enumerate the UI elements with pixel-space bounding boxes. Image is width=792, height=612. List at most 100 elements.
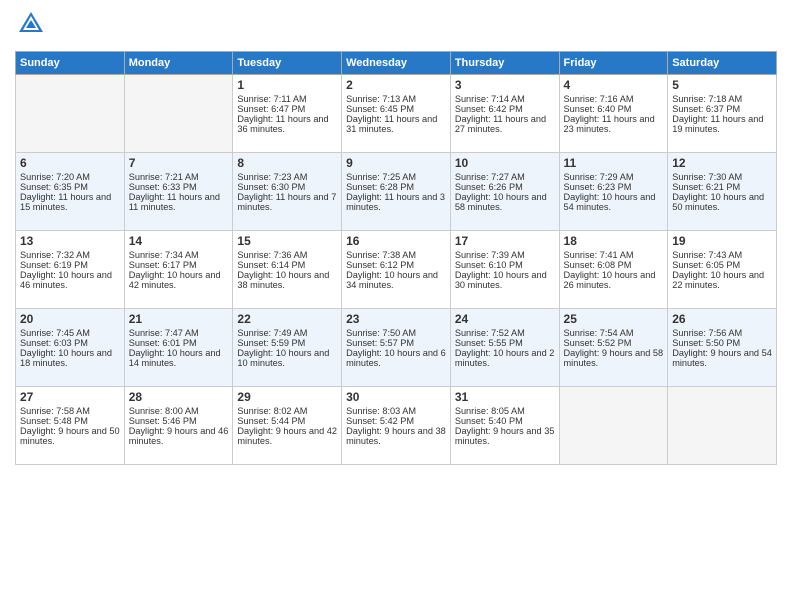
day-info: Sunrise: 7:20 AM — [20, 172, 120, 182]
day-info: Sunset: 6:21 PM — [672, 182, 772, 192]
week-row-4: 20Sunrise: 7:45 AMSunset: 6:03 PMDayligh… — [16, 309, 777, 387]
day-info: Sunset: 6:33 PM — [129, 182, 229, 192]
day-info: Sunset: 6:03 PM — [20, 338, 120, 348]
day-number: 10 — [455, 156, 555, 170]
day-cell: 30Sunrise: 8:03 AMSunset: 5:42 PMDayligh… — [342, 387, 451, 465]
day-cell: 1Sunrise: 7:11 AMSunset: 6:47 PMDaylight… — [233, 75, 342, 153]
day-info: Daylight: 10 hours and 50 minutes. — [672, 192, 772, 212]
day-info: Sunset: 6:42 PM — [455, 104, 555, 114]
day-info: Sunset: 6:23 PM — [564, 182, 664, 192]
day-info: Daylight: 11 hours and 11 minutes. — [129, 192, 229, 212]
day-cell: 25Sunrise: 7:54 AMSunset: 5:52 PMDayligh… — [559, 309, 668, 387]
day-info: Daylight: 10 hours and 10 minutes. — [237, 348, 337, 368]
day-info: Daylight: 11 hours and 3 minutes. — [346, 192, 446, 212]
day-number: 22 — [237, 312, 337, 326]
day-cell: 17Sunrise: 7:39 AMSunset: 6:10 PMDayligh… — [450, 231, 559, 309]
day-number: 19 — [672, 234, 772, 248]
day-info: Sunrise: 7:14 AM — [455, 94, 555, 104]
header-cell-saturday: Saturday — [668, 52, 777, 75]
day-info: Sunrise: 7:52 AM — [455, 328, 555, 338]
day-info: Sunrise: 7:23 AM — [237, 172, 337, 182]
day-number: 3 — [455, 78, 555, 92]
day-number: 1 — [237, 78, 337, 92]
day-info: Daylight: 9 hours and 38 minutes. — [346, 426, 446, 446]
day-info: Sunrise: 7:18 AM — [672, 94, 772, 104]
day-number: 4 — [564, 78, 664, 92]
day-info: Sunset: 6:40 PM — [564, 104, 664, 114]
day-info: Sunset: 6:45 PM — [346, 104, 446, 114]
day-info: Daylight: 10 hours and 2 minutes. — [455, 348, 555, 368]
day-number: 6 — [20, 156, 120, 170]
day-info: Sunrise: 7:54 AM — [564, 328, 664, 338]
day-info: Daylight: 9 hours and 35 minutes. — [455, 426, 555, 446]
day-info: Sunrise: 7:47 AM — [129, 328, 229, 338]
day-cell — [124, 75, 233, 153]
day-info: Sunrise: 7:27 AM — [455, 172, 555, 182]
day-info: Sunrise: 7:45 AM — [20, 328, 120, 338]
day-cell — [668, 387, 777, 465]
day-info: Sunset: 5:46 PM — [129, 416, 229, 426]
day-info: Sunrise: 7:13 AM — [346, 94, 446, 104]
day-cell: 3 Sunrise: 7:14 AMSunset: 6:42 PMDaylight… — [450, 75, 559, 153]
day-cell: 4 Sunrise: 7:16 AMSunset: 6:40 PMDaylight… — [559, 75, 668, 153]
day-info: Sunrise: 7:58 AM — [20, 406, 120, 416]
day-cell — [559, 387, 668, 465]
header-cell-tuesday: Tuesday — [233, 52, 342, 75]
day-number: 15 — [237, 234, 337, 248]
day-info: Sunrise: 7:56 AM — [672, 328, 772, 338]
day-info: Daylight: 10 hours and 6 minutes. — [346, 348, 446, 368]
day-number: 30 — [346, 390, 446, 404]
day-info: Daylight: 11 hours and 23 minutes. — [564, 114, 664, 134]
header-cell-wednesday: Wednesday — [342, 52, 451, 75]
day-cell: 28Sunrise: 8:00 AMSunset: 5:46 PMDayligh… — [124, 387, 233, 465]
day-info: Sunset: 6:35 PM — [20, 182, 120, 192]
day-info: Sunset: 6:05 PM — [672, 260, 772, 270]
day-info: Daylight: 11 hours and 27 minutes. — [455, 114, 555, 134]
day-info: Sunrise: 7:30 AM — [672, 172, 772, 182]
day-number: 8 — [237, 156, 337, 170]
day-info: Sunset: 6:26 PM — [455, 182, 555, 192]
day-number: 24 — [455, 312, 555, 326]
day-info: Daylight: 10 hours and 26 minutes. — [564, 270, 664, 290]
day-info: Sunrise: 7:16 AM — [564, 94, 664, 104]
header-cell-sunday: Sunday — [16, 52, 125, 75]
day-info: Sunset: 6:08 PM — [564, 260, 664, 270]
day-info: Daylight: 9 hours and 54 minutes. — [672, 348, 772, 368]
day-number: 5 — [672, 78, 772, 92]
logo-icon — [17, 10, 45, 38]
day-cell: 20Sunrise: 7:45 AMSunset: 6:03 PMDayligh… — [16, 309, 125, 387]
day-number: 12 — [672, 156, 772, 170]
day-number: 28 — [129, 390, 229, 404]
day-info: Daylight: 10 hours and 54 minutes. — [564, 192, 664, 212]
day-info: Sunset: 5:55 PM — [455, 338, 555, 348]
day-cell: 27Sunrise: 7:58 AMSunset: 5:48 PMDayligh… — [16, 387, 125, 465]
day-cell: 23Sunrise: 7:50 AMSunset: 5:57 PMDayligh… — [342, 309, 451, 387]
day-info: Sunset: 5:48 PM — [20, 416, 120, 426]
day-info: Sunrise: 7:36 AM — [237, 250, 337, 260]
day-info: Daylight: 10 hours and 38 minutes. — [237, 270, 337, 290]
day-number: 23 — [346, 312, 446, 326]
header — [15, 10, 777, 43]
day-info: Sunrise: 7:21 AM — [129, 172, 229, 182]
day-info: Sunrise: 7:39 AM — [455, 250, 555, 260]
header-cell-friday: Friday — [559, 52, 668, 75]
week-row-3: 13Sunrise: 7:32 AMSunset: 6:19 PMDayligh… — [16, 231, 777, 309]
day-info: Sunrise: 7:25 AM — [346, 172, 446, 182]
day-info: Sunrise: 7:38 AM — [346, 250, 446, 260]
header-cell-thursday: Thursday — [450, 52, 559, 75]
logo — [15, 10, 45, 43]
day-info: Sunrise: 7:32 AM — [20, 250, 120, 260]
day-info: Sunset: 6:10 PM — [455, 260, 555, 270]
day-info: Sunset: 6:37 PM — [672, 104, 772, 114]
day-cell: 2Sunrise: 7:13 AMSunset: 6:45 PMDaylight… — [342, 75, 451, 153]
day-info: Daylight: 11 hours and 15 minutes. — [20, 192, 120, 212]
day-info: Sunrise: 7:50 AM — [346, 328, 446, 338]
day-info: Sunrise: 7:34 AM — [129, 250, 229, 260]
day-info: Daylight: 9 hours and 50 minutes. — [20, 426, 120, 446]
day-info: Sunset: 5:52 PM — [564, 338, 664, 348]
week-row-5: 27Sunrise: 7:58 AMSunset: 5:48 PMDayligh… — [16, 387, 777, 465]
day-info: Sunrise: 7:49 AM — [237, 328, 337, 338]
day-info: Sunset: 6:19 PM — [20, 260, 120, 270]
day-info: Daylight: 10 hours and 42 minutes. — [129, 270, 229, 290]
day-cell: 29Sunrise: 8:02 AMSunset: 5:44 PMDayligh… — [233, 387, 342, 465]
